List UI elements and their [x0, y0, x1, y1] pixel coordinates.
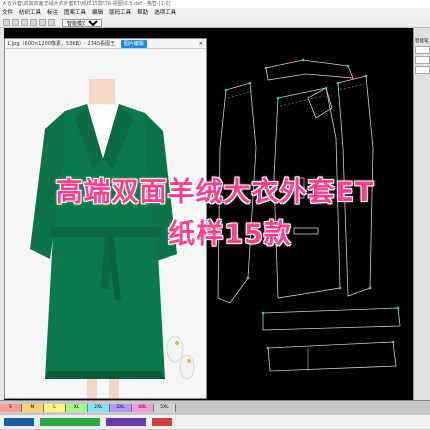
layer-swatch-3[interactable] [106, 418, 146, 426]
save-icon[interactable] [21, 19, 28, 26]
size-row: S M L XL 2XL 3XL 4XL 5XL [0, 404, 176, 412]
print-icon[interactable] [30, 19, 37, 26]
hem-piece [267, 341, 397, 372]
image-edit-button[interactable]: 图片编辑 [120, 40, 147, 48]
size-s[interactable]: S [0, 404, 22, 412]
window-title: 大衣外套\高端双面羊绒大衣外套ET\纸样15款\TR-视图\0.5.dxf - … [0, 0, 430, 8]
menu-item-pattern-tools[interactable]: 图案工具 [64, 8, 86, 18]
size-3xl[interactable]: 3XL [110, 404, 132, 412]
image-tab-title[interactable]: 1.jpg（600×1200像素，53KB）- 2345看图王 [7, 41, 115, 47]
undo-icon[interactable] [39, 19, 46, 26]
layer-swatch-1[interactable] [4, 418, 34, 426]
overlay-subtitle: 纸样15款 [168, 219, 292, 250]
redo-icon[interactable] [48, 19, 55, 26]
menu-item-textile-tools[interactable]: 纺织工具 [19, 8, 41, 18]
tool-label: 智能笔 [415, 39, 429, 44]
new-icon[interactable] [3, 19, 10, 26]
property-field-3[interactable] [415, 66, 430, 74]
belt-piece [262, 307, 401, 331]
size-4xl[interactable]: 4XL [132, 404, 154, 412]
size-xl[interactable]: XL [66, 404, 88, 412]
image-viewer-tabbar: 1.jpg（600×1200像素，53KB）- 2345看图王 图片编辑 ✕ [5, 39, 206, 49]
menu-item-file[interactable]: 文件 [2, 8, 13, 18]
mode-select[interactable]: 智能模式(F9) [62, 19, 102, 27]
property-field-1[interactable] [415, 46, 430, 54]
property-field-2[interactable] [415, 56, 430, 64]
menu-item-help[interactable]: 帮助 [137, 8, 148, 18]
menu-item-edit[interactable]: 编辑 [92, 8, 103, 18]
overlay-title: 高端双面羊绒大衣外套ET [55, 177, 375, 208]
size-2xl[interactable]: 2XL [88, 404, 110, 412]
size-5xl[interactable]: 5XL [154, 404, 176, 412]
menu-bar: 文件 纺织工具 标注 图案工具 编辑 版码工具 帮助 选项工具 [0, 8, 430, 18]
layer-swatch-2[interactable] [40, 418, 100, 426]
status-bar [0, 415, 430, 429]
close-icon[interactable]: ✕ [199, 39, 203, 49]
collar-piece [265, 59, 354, 81]
menu-item-grading-tools[interactable]: 版码工具 [109, 8, 131, 18]
menu-item-options[interactable]: 选项工具 [154, 8, 176, 18]
toolbar: 智能模式(F9) [0, 18, 430, 28]
open-icon[interactable] [12, 19, 19, 26]
size-l[interactable]: L [44, 404, 66, 412]
size-m[interactable]: M [22, 404, 44, 412]
layer-swatch-4[interactable] [152, 418, 172, 426]
menu-item-annotate[interactable]: 标注 [47, 8, 58, 18]
size-bar: S M L XL 2XL 3XL 4XL 5XL [0, 400, 430, 430]
